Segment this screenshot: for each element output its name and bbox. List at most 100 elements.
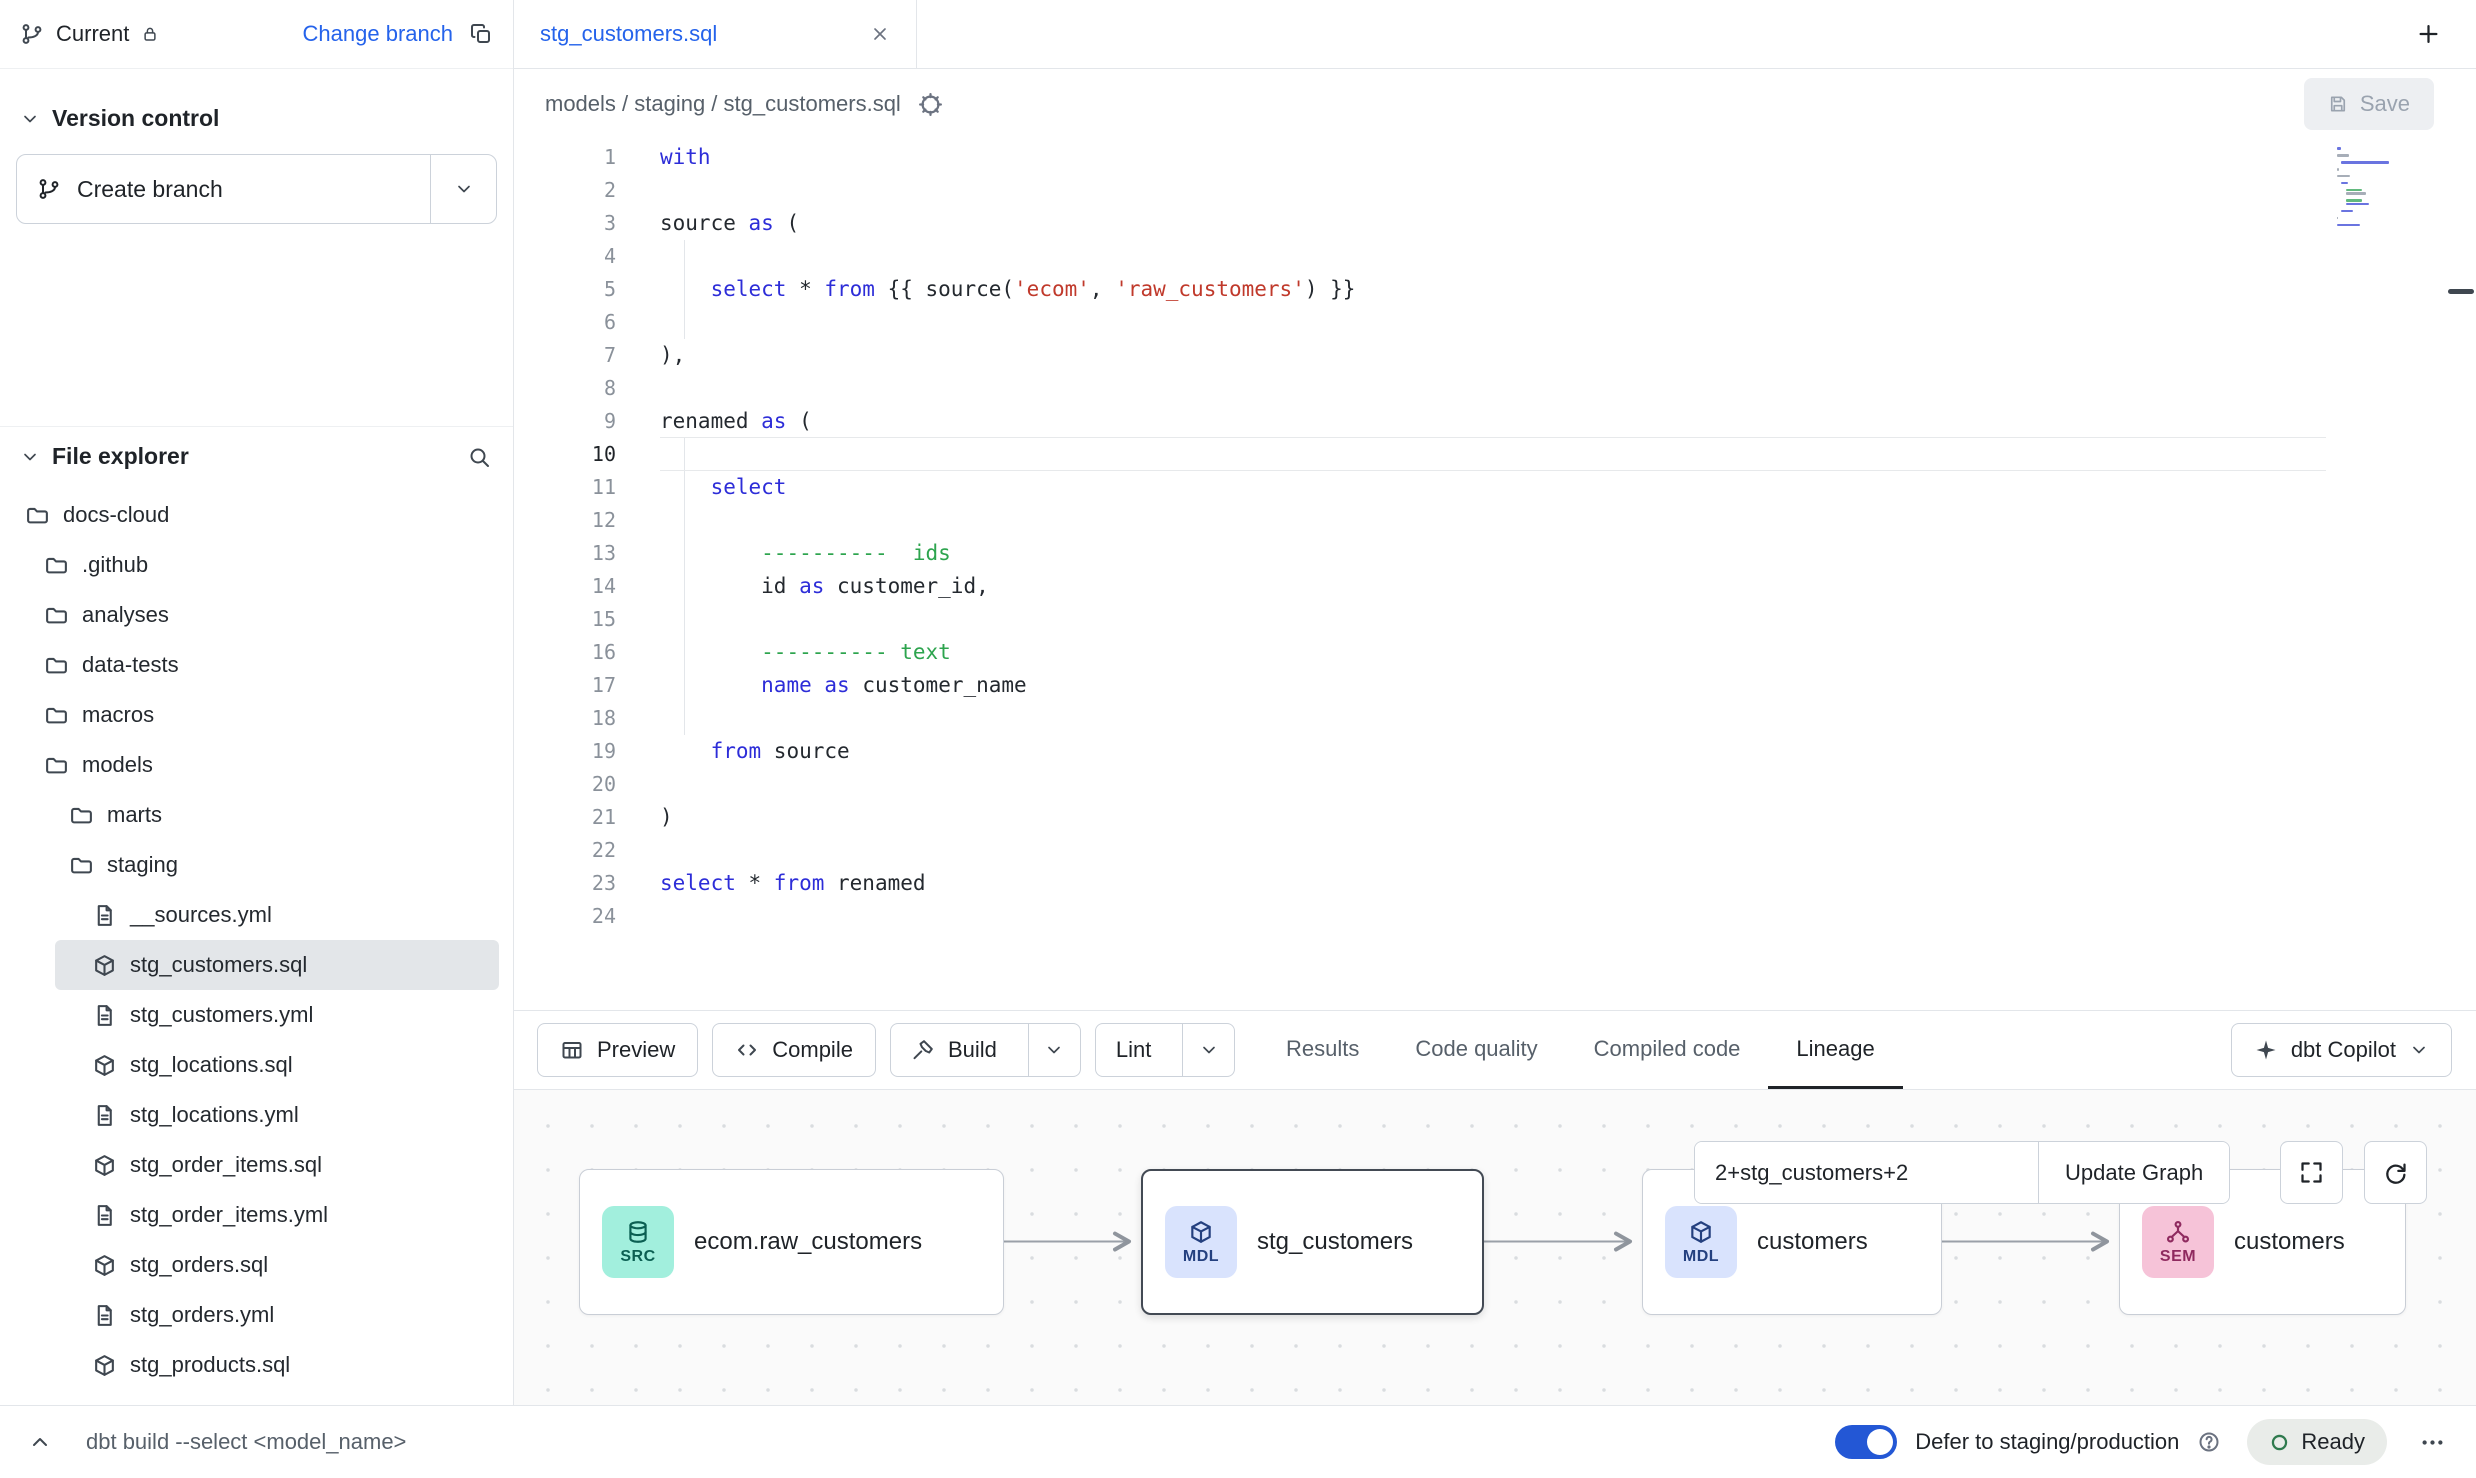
code-line-12[interactable]: 12: [514, 504, 2476, 537]
code-line-3[interactable]: 3source as (: [514, 207, 2476, 240]
lineage-node-src-ecom-raw-customers[interactable]: SRCecom.raw_customers: [579, 1169, 1004, 1315]
tree-item-analyses[interactable]: analyses: [0, 590, 513, 640]
create-branch-options[interactable]: [430, 155, 496, 223]
lineage-selector-input[interactable]: [1695, 1142, 2039, 1203]
scrollbar-thumb[interactable]: [2448, 289, 2474, 294]
compile-button[interactable]: Compile: [712, 1023, 876, 1077]
copilot-label: dbt Copilot: [2291, 1037, 2396, 1063]
code-line-21[interactable]: 21): [514, 801, 2476, 834]
code-line-10[interactable]: 10: [514, 438, 2476, 471]
file-icon: [92, 1003, 117, 1028]
tree-item-marts[interactable]: marts: [0, 790, 513, 840]
file-explorer-header[interactable]: File explorer: [0, 427, 513, 480]
code-line-13[interactable]: 13 ---------- ids: [514, 537, 2476, 570]
breadcrumb: models / staging / stg_customers.sql: [545, 91, 901, 117]
line-number: 6: [514, 306, 616, 339]
code-line-16[interactable]: 16 ---------- text: [514, 636, 2476, 669]
folder-icon: [44, 653, 69, 678]
update-graph-button[interactable]: Update Graph: [2039, 1142, 2229, 1203]
code-line-17[interactable]: 17 name as customer_name: [514, 669, 2476, 702]
lint-options-button[interactable]: [1182, 1024, 1234, 1076]
tree-item-stg-locations-yml[interactable]: stg_locations.yml: [0, 1090, 513, 1140]
save-button[interactable]: Save: [2304, 78, 2434, 130]
tree-item-staging[interactable]: staging: [0, 840, 513, 890]
code-icon: [735, 1038, 759, 1062]
tree-item-stg-orders-yml[interactable]: stg_orders.yml: [0, 1290, 513, 1340]
code-line-5[interactable]: 5 select * from {{ source('ecom', 'raw_c…: [514, 273, 2476, 306]
code-line-1[interactable]: 1with: [514, 141, 2476, 174]
code-line-2[interactable]: 2: [514, 174, 2476, 207]
file-icon: [92, 1303, 117, 1328]
panel-tab-code-quality[interactable]: Code quality: [1387, 1011, 1565, 1089]
tree-item-macros[interactable]: macros: [0, 690, 513, 740]
create-branch-main[interactable]: Create branch: [17, 155, 430, 223]
plus-icon[interactable]: [2415, 21, 2442, 48]
tree-item-sources-yml[interactable]: __sources.yml: [0, 890, 513, 940]
line-number: 17: [514, 669, 616, 702]
code-line-14[interactable]: 14 id as customer_id,: [514, 570, 2476, 603]
build-button-main[interactable]: Build: [891, 1024, 1015, 1076]
dbt-copilot-button[interactable]: dbt Copilot: [2231, 1023, 2452, 1077]
chevron-up-icon[interactable]: [28, 1430, 52, 1454]
code-line-6[interactable]: 6: [514, 306, 2476, 339]
node-badge: MDL: [1665, 1206, 1737, 1278]
tree-item-stg-order-items-yml[interactable]: stg_order_items.yml: [0, 1190, 513, 1240]
version-control-title: Version control: [52, 105, 219, 132]
build-options-button[interactable]: [1028, 1024, 1080, 1076]
tree-item-label: data-tests: [82, 652, 179, 678]
lint-button: Lint: [1095, 1023, 1235, 1077]
tree-item-label: models: [82, 752, 153, 778]
tree-item-models[interactable]: models: [0, 740, 513, 790]
code-line-24[interactable]: 24: [514, 900, 2476, 933]
tree-item-stg-orders-sql[interactable]: stg_orders.sql: [0, 1240, 513, 1290]
search-icon[interactable]: [467, 445, 491, 469]
tree-item-github[interactable]: .github: [0, 540, 513, 590]
tree-item-docs-cloud[interactable]: docs-cloud: [0, 490, 513, 540]
code-line-7[interactable]: 7),: [514, 339, 2476, 372]
tree-item-data-tests[interactable]: data-tests: [0, 640, 513, 690]
current-branch-selector[interactable]: Current: [20, 21, 159, 47]
tab-stg-customers-sql[interactable]: stg_customers.sql: [514, 0, 917, 68]
sidebar: Current Change branch Version control Cr…: [0, 0, 514, 1405]
tree-item-stg-order-items-sql[interactable]: stg_order_items.sql: [0, 1140, 513, 1190]
code-line-18[interactable]: 18: [514, 702, 2476, 735]
status-badge[interactable]: Ready: [2247, 1419, 2387, 1465]
defer-toggle[interactable]: [1835, 1425, 1897, 1459]
tree-item-stg-customers-sql[interactable]: stg_customers.sql: [55, 940, 499, 990]
code-line-19[interactable]: 19 from source: [514, 735, 2476, 768]
defer-label: Defer to staging/production: [1915, 1429, 2179, 1455]
node-label: customers: [1757, 1228, 1868, 1256]
change-branch-link[interactable]: Change branch: [303, 21, 453, 47]
lineage-node-mdl-stg-customers[interactable]: MDLstg_customers: [1141, 1169, 1484, 1315]
code-line-11[interactable]: 11 select: [514, 471, 2476, 504]
code-line-22[interactable]: 22: [514, 834, 2476, 867]
preview-button[interactable]: Preview: [537, 1023, 698, 1077]
help-icon[interactable]: [2197, 1430, 2221, 1454]
panel-tab-lineage[interactable]: Lineage: [1768, 1011, 1902, 1089]
tree-item-label: .github: [82, 552, 148, 578]
lineage-panel: SRCecom.raw_customers MDLstg_customers MDL…: [514, 1089, 2476, 1405]
refresh-button[interactable]: [2364, 1141, 2427, 1204]
code-line-20[interactable]: 20: [514, 768, 2476, 801]
code-editor[interactable]: 1with23source as (45 select * from {{ so…: [514, 139, 2476, 1010]
code-line-9[interactable]: 9renamed as (: [514, 405, 2476, 438]
code-line-8[interactable]: 8: [514, 372, 2476, 405]
code-line-23[interactable]: 23select * from renamed: [514, 867, 2476, 900]
refresh-icon: [2382, 1159, 2409, 1186]
code-line-15[interactable]: 15: [514, 603, 2476, 636]
version-control-header[interactable]: Version control: [0, 69, 513, 154]
ellipsis-icon[interactable]: [2419, 1429, 2446, 1456]
panel-tab-compiled-code[interactable]: Compiled code: [1566, 1011, 1769, 1089]
hammer-icon: [911, 1038, 935, 1062]
close-icon[interactable]: [870, 24, 890, 44]
fullscreen-button[interactable]: [2280, 1141, 2343, 1204]
lineage-selector-group: Update Graph: [1694, 1141, 2230, 1204]
panel-tab-results[interactable]: Results: [1258, 1011, 1387, 1089]
copy-icon[interactable]: [469, 22, 493, 46]
tree-item-stg-products-sql[interactable]: stg_products.sql: [0, 1340, 513, 1390]
lint-button-main[interactable]: Lint: [1096, 1024, 1169, 1076]
tree-item-stg-customers-yml[interactable]: stg_customers.yml: [0, 990, 513, 1040]
tree-item-stg-locations-sql[interactable]: stg_locations.sql: [0, 1040, 513, 1090]
code-text: ),: [660, 339, 685, 372]
code-line-4[interactable]: 4: [514, 240, 2476, 273]
